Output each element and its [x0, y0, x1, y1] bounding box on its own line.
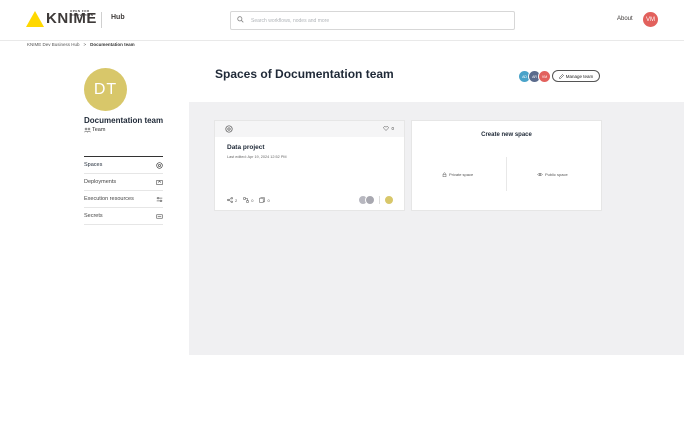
components-stat: 0	[259, 197, 270, 203]
create-options-divider	[506, 157, 507, 191]
logo-tagline: OPEN FOR INNOVATION	[70, 9, 94, 17]
shares-stat: 2	[227, 197, 237, 203]
space-title[interactable]: Data project	[227, 144, 265, 151]
page-title: Spaces of Documentation team	[215, 67, 394, 81]
create-public-space-button[interactable]: Public space	[537, 172, 568, 177]
sidebar-item-secrets[interactable]: Secrets	[84, 207, 163, 225]
sidebar-item-label: Spaces	[84, 162, 103, 168]
heart-icon	[383, 126, 390, 131]
team-icon	[84, 127, 91, 133]
secrets-icon	[156, 213, 163, 219]
likes-count: 0	[391, 126, 394, 131]
space-card-header: 0	[215, 121, 404, 137]
space-card-badges	[358, 195, 394, 205]
breadcrumb-root[interactable]: KNIME Dev Business Hub	[27, 42, 80, 47]
space-members	[358, 195, 375, 205]
space-stats: 2 0 0	[227, 197, 270, 203]
header-divider	[101, 12, 102, 28]
manage-team-label: Manage team	[565, 73, 594, 79]
search-input[interactable]	[249, 14, 511, 28]
team-type-label: Team	[92, 127, 106, 133]
sidebar-item-label: Execution resources	[84, 196, 134, 202]
create-private-space-button[interactable]: Private space	[442, 172, 473, 177]
about-link[interactable]: About	[617, 16, 633, 22]
top-navigation-bar: OPEN FOR INNOVATION KNIME Hub About VM	[0, 0, 684, 41]
member-mini-avatar	[365, 195, 375, 205]
sidebar-item-spaces[interactable]: Spaces	[84, 156, 163, 173]
manage-team-button[interactable]: Manage team	[552, 70, 600, 82]
share-icon	[227, 197, 233, 203]
sidebar-item-execution-resources[interactable]: Execution resources	[84, 190, 163, 207]
team-members-avatars[interactable]: AD AR VM	[518, 70, 551, 83]
sidebar-item-label: Deployments	[84, 179, 117, 185]
knime-logo[interactable]: OPEN FOR INNOVATION KNIME	[26, 9, 97, 27]
sidebar-item-label: Secrets	[84, 213, 103, 219]
badge-divider	[379, 196, 380, 204]
knime-logo-triangle-icon	[26, 10, 44, 27]
team-name: Documentation team	[84, 116, 164, 125]
spaces-icon	[156, 161, 163, 169]
breadcrumb: KNIME Dev Business Hub > Documentation t…	[27, 42, 135, 47]
user-avatar[interactable]: VM	[643, 12, 658, 27]
owner-team-avatar	[384, 195, 394, 205]
execution-resources-icon	[156, 196, 163, 202]
team-type: Team	[84, 127, 105, 133]
workflow-icon	[243, 197, 249, 203]
create-new-space-card: Create new space Private space Public sp…	[411, 120, 602, 211]
deployments-icon	[156, 179, 163, 185]
public-space-label: Public space	[545, 172, 568, 177]
hub-label[interactable]: Hub	[111, 14, 125, 21]
member-avatar[interactable]: VM	[538, 70, 551, 83]
eye-icon	[537, 173, 543, 176]
sidebar-item-deployments[interactable]: Deployments	[84, 173, 163, 190]
likes-counter[interactable]: 0	[383, 126, 394, 131]
space-last-edited: Last edited: Apr 19, 2024 12:52 PM	[227, 155, 287, 159]
lock-icon	[442, 172, 447, 177]
team-sidebar-nav: Spaces Deployments Execution resources S…	[84, 156, 163, 225]
create-space-title: Create new space	[481, 132, 532, 138]
workflows-stat: 0	[243, 197, 253, 203]
private-space-label: Private space	[449, 172, 474, 177]
component-icon	[259, 197, 266, 203]
space-icon	[225, 125, 233, 133]
space-card-data-project[interactable]: 0 Data project Last edited: Apr 19, 2024…	[214, 120, 405, 211]
breadcrumb-separator: >	[83, 42, 87, 47]
pencil-icon	[558, 73, 564, 79]
search-bar[interactable]	[230, 11, 515, 30]
logo-wordmark: OPEN FOR INNOVATION KNIME	[46, 9, 97, 27]
search-icon	[237, 16, 244, 23]
team-avatar: DT	[84, 68, 127, 111]
breadcrumb-current: Documentation team	[90, 42, 135, 47]
